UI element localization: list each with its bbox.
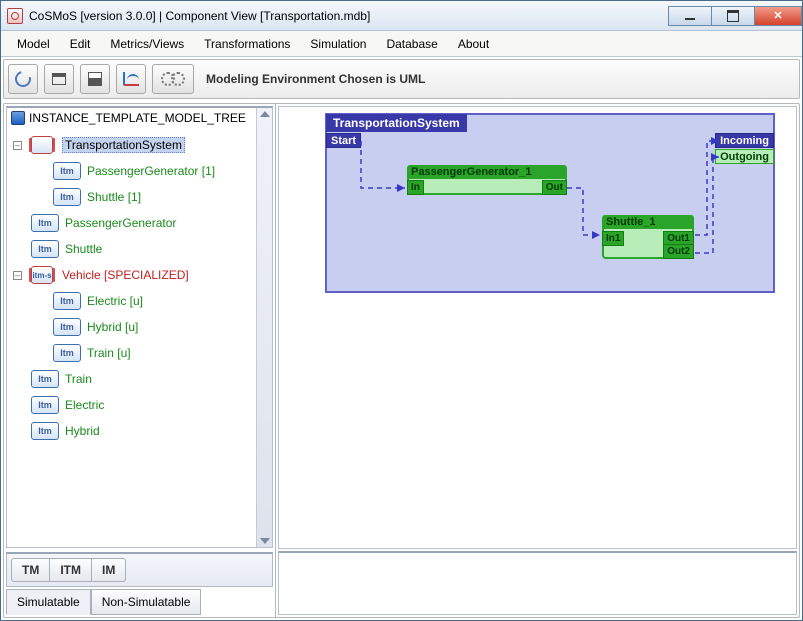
port-out2[interactable]: Out2 [663,244,694,259]
port-outgoing[interactable]: Outgoing [715,149,774,164]
minimize-button[interactable] [668,6,712,26]
tree-header: INSTANCE_TEMPLATE_MODEL_TREE [7,108,272,128]
tree-label: Shuttle [65,242,102,256]
left-pane: INSTANCE_TEMPLATE_MODEL_TREE – Transport… [4,104,276,617]
database-icon [11,111,25,125]
console-panel[interactable] [278,551,797,615]
tree-node[interactable]: Itm Train [13,366,268,392]
itm-icon: Itm [53,292,81,310]
itm-icon: Itm [31,422,59,440]
tree: – TransportationSystem Itm PassengerGene… [7,128,272,448]
itm-icon: Itm [53,162,81,180]
expand-toggle[interactable]: – [13,141,22,150]
menu-metrics[interactable]: Metrics/Views [100,33,194,55]
tree-label: Electric [u] [87,294,143,308]
port-start[interactable]: Start [326,133,361,148]
itm-icon: Itm [31,214,59,232]
expand-toggle[interactable]: – [13,271,22,280]
tree-node[interactable]: Itm PassengerGenerator [13,210,268,236]
specialized-icon: itm-s [31,266,53,284]
tab-non-simulatable[interactable]: Non-Simulatable [91,589,202,615]
tree-node[interactable]: Itm Electric [13,392,268,418]
tree-label: PassengerGenerator [65,216,176,230]
itm-icon: Itm [31,370,59,388]
tree-label: PassengerGenerator [1] [87,164,215,178]
tree-label: Shuttle [1] [87,190,141,204]
scrollbar[interactable] [256,108,272,547]
tree-node[interactable]: Itm PassengerGenerator [1] [13,158,268,184]
node-title: Shuttle_1 [602,215,694,229]
tree-node[interactable]: Itm Shuttle [1] [13,184,268,210]
tree-label: Hybrid [65,424,100,438]
menu-transformations[interactable]: Transformations [194,33,300,55]
print-icon [52,73,66,85]
tree-node[interactable]: Itm Train [u] [13,340,268,366]
close-button[interactable] [754,6,802,26]
itm-icon: Itm [31,240,59,258]
itm-icon: Itm [53,318,81,336]
tree-node[interactable]: Itm Electric [u] [13,288,268,314]
menu-about[interactable]: About [448,33,499,55]
port-incoming[interactable]: Incoming [715,133,774,148]
itm-icon: Itm [53,344,81,362]
window-buttons [669,6,802,26]
diagram-canvas[interactable]: TransportationSystem Start Incoming Outg… [278,106,797,549]
tab-simulatable[interactable]: Simulatable [6,589,91,615]
maximize-button[interactable] [711,6,755,26]
node-title: PassengerGenerator_1 [407,165,567,179]
print-button[interactable] [44,64,74,94]
container-title: TransportationSystem [326,114,467,132]
tree-label: Hybrid [u] [87,320,138,334]
plot-icon [123,72,139,86]
tree-node-root[interactable]: – TransportationSystem [13,132,268,158]
menu-database[interactable]: Database [376,33,447,55]
tree-label: Vehicle [SPECIALIZED] [62,268,189,282]
window-title: CoSMoS [version 3.0.0] | Component View … [29,9,370,23]
menu-edit[interactable]: Edit [60,33,101,55]
model-tabs: TM ITM IM [6,552,273,587]
sim-tabs: Simulatable Non-Simulatable [6,589,273,615]
gears-icon [161,72,185,86]
save-button[interactable] [80,64,110,94]
container-box[interactable]: TransportationSystem Start Incoming Outg… [325,113,775,293]
right-pane: TransportationSystem Start Incoming Outg… [276,104,799,617]
menu-simulation[interactable]: Simulation [300,33,376,55]
save-icon [88,72,102,86]
titlebar[interactable]: CoSMoS [version 3.0.0] | Component View … [1,1,802,31]
tree-node[interactable]: Itm Hybrid [u] [13,314,268,340]
tree-label: Electric [65,398,104,412]
wires [327,115,773,291]
tree-node-vehicle[interactable]: – itm-s Vehicle [SPECIALIZED] [13,262,268,288]
app-icon [7,8,23,24]
itm-icon: Itm [53,188,81,206]
itm-icon: Itm [31,396,59,414]
tab-tm[interactable]: TM [11,558,50,582]
tree-header-label: INSTANCE_TEMPLATE_MODEL_TREE [29,111,246,125]
tree-panel: INSTANCE_TEMPLATE_MODEL_TREE – Transport… [6,106,273,548]
toolbar: Modeling Environment Chosen is UML [3,59,800,99]
coupled-model-icon [31,136,53,154]
tree-label: TransportationSystem [62,137,185,153]
tree-node[interactable]: Itm Hybrid [13,418,268,444]
refresh-icon [12,68,34,90]
tab-itm[interactable]: ITM [49,558,92,582]
tree-label: Train [65,372,92,386]
port-in1[interactable]: In1 [602,231,624,246]
menu-model[interactable]: Model [7,33,60,55]
app-window: CoSMoS [version 3.0.0] | Component View … [0,0,803,621]
tree-label: Train [u] [87,346,131,360]
content-area: INSTANCE_TEMPLATE_MODEL_TREE – Transport… [3,103,800,618]
tab-im[interactable]: IM [91,558,126,582]
refresh-button[interactable] [8,64,38,94]
port-in[interactable]: In [407,180,424,195]
toolbar-status: Modeling Environment Chosen is UML [206,72,425,86]
settings-button[interactable] [152,64,194,94]
node-passenger-generator[interactable]: PassengerGenerator_1 In Out [407,165,567,195]
tree-node[interactable]: Itm Shuttle [13,236,268,262]
node-shuttle[interactable]: Shuttle_1 In1 Out1 Out2 [602,215,694,259]
menubar: Model Edit Metrics/Views Transformations… [1,31,802,57]
port-out[interactable]: Out [542,180,567,195]
plot-button[interactable] [116,64,146,94]
